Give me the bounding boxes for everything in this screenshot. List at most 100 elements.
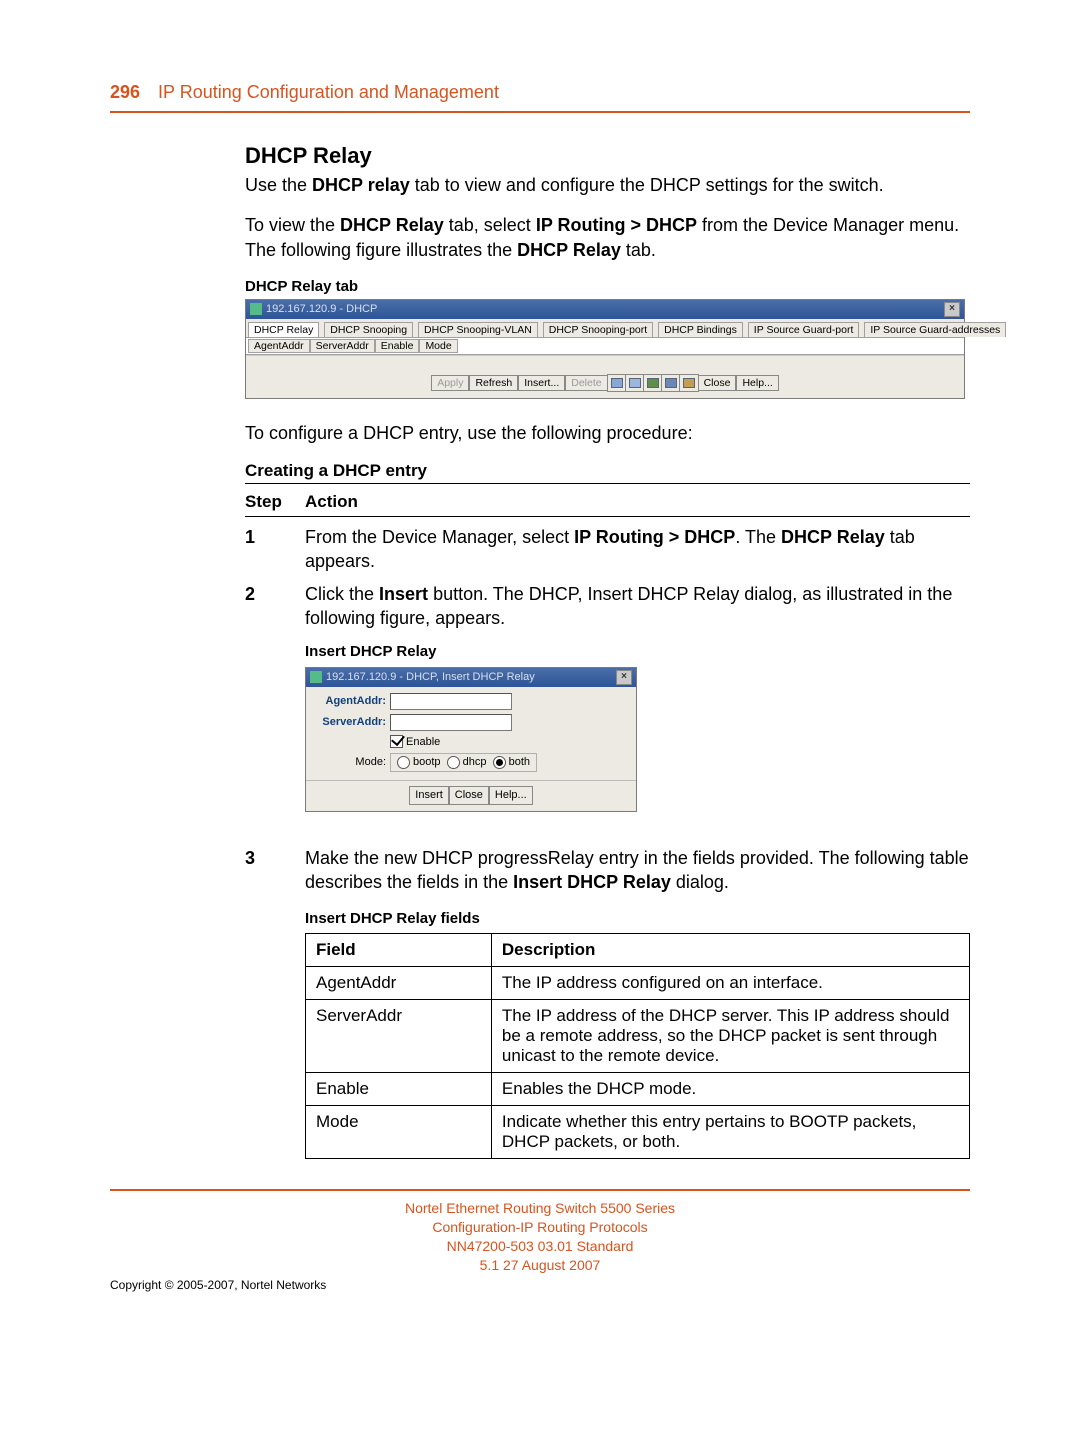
insert-button[interactable]: Insert...	[518, 375, 565, 391]
tab-dhcp-snooping-vlan[interactable]: DHCP Snooping-VLAN	[418, 322, 538, 337]
text: From the Device Manager, select	[305, 527, 574, 547]
print-icon[interactable]	[679, 374, 699, 392]
figure-caption: Insert DHCP Relay	[305, 642, 970, 662]
close-button[interactable]: Close	[449, 786, 489, 805]
help-button[interactable]: Help...	[736, 375, 778, 391]
window-title: 192.167.120.9 - DHCP, Insert DHCP Relay	[326, 670, 535, 685]
tab-ip-source-guard-port[interactable]: IP Source Guard-port	[748, 322, 860, 337]
rule	[245, 483, 970, 484]
insert-dhcp-relay-dialog: 192.167.120.9 - DHCP, Insert DHCP Relay …	[305, 667, 637, 813]
window-icon	[250, 303, 262, 315]
insert-button[interactable]: Insert	[409, 786, 449, 805]
th-description: Description	[491, 934, 969, 967]
undo-icon[interactable]	[643, 374, 663, 392]
tab-strip: DHCP Relay DHCP Snooping DHCP Snooping-V…	[246, 319, 964, 338]
text: . The	[735, 527, 781, 547]
window-titlebar: 192.167.120.9 - DHCP, Insert DHCP Relay …	[306, 668, 636, 687]
window-title: 192.167.120.9 - DHCP	[266, 303, 377, 315]
text: Click the	[305, 584, 379, 604]
apply-button[interactable]: Apply	[431, 375, 469, 391]
tab-dhcp-snooping[interactable]: DHCP Snooping	[324, 322, 413, 337]
doc-page: 296 IP Routing Configuration and Managem…	[0, 0, 1080, 1333]
footer-line-2: Configuration-IP Routing Protocols	[110, 1218, 970, 1237]
header-rule	[110, 111, 970, 113]
tab-dhcp-relay[interactable]: DHCP Relay	[248, 322, 319, 337]
field-desc: The IP address configured on an interfac…	[491, 967, 969, 1000]
step-number: 3	[245, 846, 305, 1159]
text: DHCP Relay	[340, 215, 444, 235]
text: DHCP Relay	[517, 240, 621, 260]
intro-para-2: To view the DHCP Relay tab, select IP Ro…	[245, 213, 970, 262]
footer-line-1: Nortel Ethernet Routing Switch 5500 Seri…	[110, 1199, 970, 1218]
close-button[interactable]: ×	[944, 302, 960, 317]
text: tab.	[621, 240, 656, 260]
dialog-buttons: InsertCloseHelp...	[306, 780, 636, 811]
radio-bootp-label: bootp	[413, 756, 441, 768]
button-row: ApplyRefreshInsert...Delete CloseHelp...	[246, 364, 964, 398]
radio-dhcp[interactable]	[447, 756, 460, 769]
copy-icon[interactable]	[607, 374, 627, 392]
table-row: ServerAddr The IP address of the DHCP se…	[306, 1000, 970, 1073]
step-text: Make the new DHCP progressRelay entry in…	[305, 846, 970, 1159]
text: Insert DHCP Relay	[513, 872, 671, 892]
mode-label: Mode:	[314, 755, 386, 770]
table-caption: Insert DHCP Relay fields	[305, 909, 970, 929]
refresh-button[interactable]: Refresh	[469, 375, 518, 391]
text: IP Routing > DHCP	[574, 527, 735, 547]
dhcp-relay-window: 192.167.120.9 - DHCP × DHCP Relay DHCP S…	[245, 299, 965, 399]
enable-checkbox-wrap: Enable	[390, 735, 440, 750]
tab-ip-source-guard-addresses[interactable]: IP Source Guard-addresses	[864, 322, 1006, 337]
mode-radio-group: bootp dhcp both	[390, 753, 537, 772]
column-headers: AgentAddrServerAddrEnableMode	[246, 338, 964, 355]
field-name: AgentAddr	[306, 967, 492, 1000]
field-name: ServerAddr	[306, 1000, 492, 1073]
radio-both[interactable]	[493, 756, 506, 769]
footer: Nortel Ethernet Routing Switch 5500 Seri…	[110, 1191, 970, 1293]
tab-dhcp-snooping-port[interactable]: DHCP Snooping-port	[543, 322, 653, 337]
col-mode[interactable]: Mode	[419, 339, 457, 353]
rule	[245, 516, 970, 517]
text: dialog.	[671, 872, 729, 892]
close-button[interactable]: ×	[616, 670, 632, 685]
agentaddr-label: AgentAddr:	[314, 694, 386, 709]
serveraddr-input[interactable]	[390, 714, 512, 731]
table-row: Enable Enables the DHCP mode.	[306, 1073, 970, 1106]
text: To view the	[245, 215, 340, 235]
page-number: 296	[110, 82, 140, 103]
close-button[interactable]: Close	[698, 375, 737, 391]
paste-icon[interactable]	[625, 374, 645, 392]
table-body	[246, 355, 964, 364]
dialog-form: AgentAddr: ServerAddr: Enable	[306, 687, 636, 781]
footer-line-4: 5.1 27 August 2007	[110, 1256, 970, 1275]
text: IP Routing > DHCP	[536, 215, 697, 235]
copyright: Copyright © 2005-2007, Nortel Networks	[110, 1277, 970, 1293]
window-icon	[310, 671, 322, 683]
step-number: 1	[245, 525, 305, 574]
chapter-title: IP Routing Configuration and Management	[158, 82, 499, 103]
enable-checkbox[interactable]	[390, 735, 403, 748]
th-field: Field	[306, 934, 492, 967]
radio-bootp[interactable]	[397, 756, 410, 769]
step-3: 3 Make the new DHCP progressRelay entry …	[245, 846, 970, 1159]
text: Use the	[245, 175, 312, 195]
col-serveraddr[interactable]: ServerAddr	[310, 339, 375, 353]
export-icon[interactable]	[661, 374, 681, 392]
section-title: DHCP Relay	[245, 143, 970, 169]
field-desc: Enables the DHCP mode.	[491, 1073, 969, 1106]
delete-button[interactable]: Delete	[565, 375, 607, 391]
radio-both-label: both	[509, 756, 530, 768]
field-desc: The IP address of the DHCP server. This …	[491, 1000, 969, 1073]
col-agentaddr[interactable]: AgentAddr	[248, 339, 310, 353]
field-name: Mode	[306, 1106, 492, 1159]
help-button[interactable]: Help...	[489, 786, 533, 805]
tab-dhcp-bindings[interactable]: DHCP Bindings	[658, 322, 743, 337]
window-titlebar: 192.167.120.9 - DHCP ×	[246, 300, 964, 319]
agentaddr-input[interactable]	[390, 693, 512, 710]
footer-line-3: NN47200-503 03.01 Standard	[110, 1237, 970, 1256]
step-text: From the Device Manager, select IP Routi…	[305, 525, 970, 574]
text: tab to view and configure the DHCP setti…	[410, 175, 884, 195]
col-enable[interactable]: Enable	[375, 339, 420, 353]
text: tab, select	[444, 215, 536, 235]
table-row: AgentAddr The IP address configured on a…	[306, 967, 970, 1000]
fields-table: Field Description AgentAddr The IP addre…	[305, 933, 970, 1159]
